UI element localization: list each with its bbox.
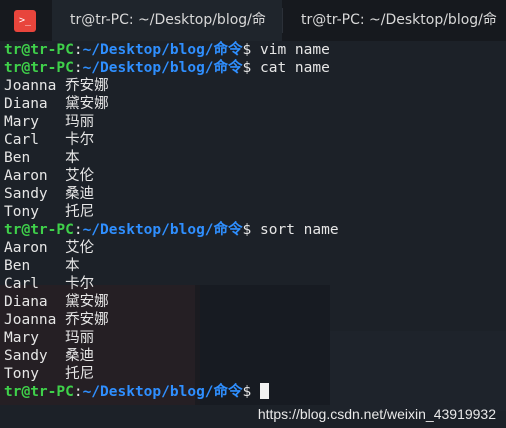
prompt-path: ~/Desktop/blog/命令 bbox=[82, 60, 243, 76]
output-line: Joanna 乔安娜 bbox=[4, 312, 109, 328]
watermark: https://blog.csdn.net/weixin_43919932 bbox=[257, 406, 496, 422]
prompt-symbol: $ bbox=[242, 60, 252, 76]
prompt-line: tr@tr-PC:~/Desktop/blog/命令$ cat name bbox=[4, 59, 339, 77]
output-line: Carl 卡尔 bbox=[4, 132, 95, 148]
text-cursor bbox=[260, 383, 269, 399]
terminal-output: tr@tr-PC:~/Desktop/blog/命令$ vim name tr@… bbox=[4, 41, 339, 401]
command-text: cat name bbox=[260, 60, 330, 76]
prompt-user: tr@tr-PC bbox=[4, 384, 74, 400]
prompt-path: ~/Desktop/blog/命令 bbox=[82, 42, 243, 58]
output-line: Diana 黛安娜 bbox=[4, 96, 109, 112]
command-text: vim name bbox=[260, 42, 330, 58]
output-line: Mary 玛丽 bbox=[4, 330, 95, 346]
prompt-symbol: $ bbox=[242, 42, 252, 58]
output-line: Carl 卡尔 bbox=[4, 276, 95, 292]
prompt-symbol: $ bbox=[242, 222, 252, 238]
prompt-path: ~/Desktop/blog/命令 bbox=[82, 384, 243, 400]
prompt-user: tr@tr-PC bbox=[4, 60, 74, 76]
prompt-path: ~/Desktop/blog/命令 bbox=[82, 222, 243, 238]
prompt-colon: : bbox=[73, 384, 83, 400]
output-line: Aaron 艾伦 bbox=[4, 168, 95, 184]
tab-bar: >_ tr@tr-PC: ~/Desktop/blog/命 tr@tr-PC: … bbox=[0, 0, 506, 41]
output-line: Diana 黛安娜 bbox=[4, 294, 109, 310]
output-line: Aaron 艾伦 bbox=[4, 240, 95, 256]
output-line: Ben 本 bbox=[4, 258, 80, 274]
prompt-line: tr@tr-PC:~/Desktop/blog/命令$ vim name bbox=[4, 41, 339, 59]
prompt-colon: : bbox=[73, 60, 83, 76]
output-line: Sandy 桑迪 bbox=[4, 348, 95, 364]
output-line: Sandy 桑迪 bbox=[4, 186, 95, 202]
prompt-symbol: $ bbox=[242, 384, 252, 400]
tab-terminal-2[interactable]: tr@tr-PC: ~/Desktop/blog/命 bbox=[283, 0, 506, 41]
output-line: Tony 托尼 bbox=[4, 366, 95, 382]
prompt-colon: : bbox=[73, 222, 83, 238]
output-line: Mary 玛丽 bbox=[4, 114, 95, 130]
terminal-app-icon[interactable]: >_ bbox=[14, 10, 36, 32]
output-line: Tony 托尼 bbox=[4, 204, 95, 220]
prompt-line: tr@tr-PC:~/Desktop/blog/命令$ sort name bbox=[4, 221, 339, 239]
output-line: Ben 本 bbox=[4, 150, 80, 166]
terminal-area[interactable]: tr@tr-PC:~/Desktop/blog/命令$ vim name tr@… bbox=[0, 41, 506, 428]
tab-terminal-1[interactable]: tr@tr-PC: ~/Desktop/blog/命 bbox=[52, 0, 282, 41]
prompt-user: tr@tr-PC bbox=[4, 42, 74, 58]
prompt-colon: : bbox=[73, 42, 83, 58]
prompt-line-active[interactable]: tr@tr-PC:~/Desktop/blog/命令$ bbox=[4, 383, 339, 401]
output-line: Joanna 乔安娜 bbox=[4, 78, 109, 94]
prompt-user: tr@tr-PC bbox=[4, 222, 74, 238]
background-overlay bbox=[330, 331, 506, 411]
command-text: sort name bbox=[260, 222, 339, 238]
